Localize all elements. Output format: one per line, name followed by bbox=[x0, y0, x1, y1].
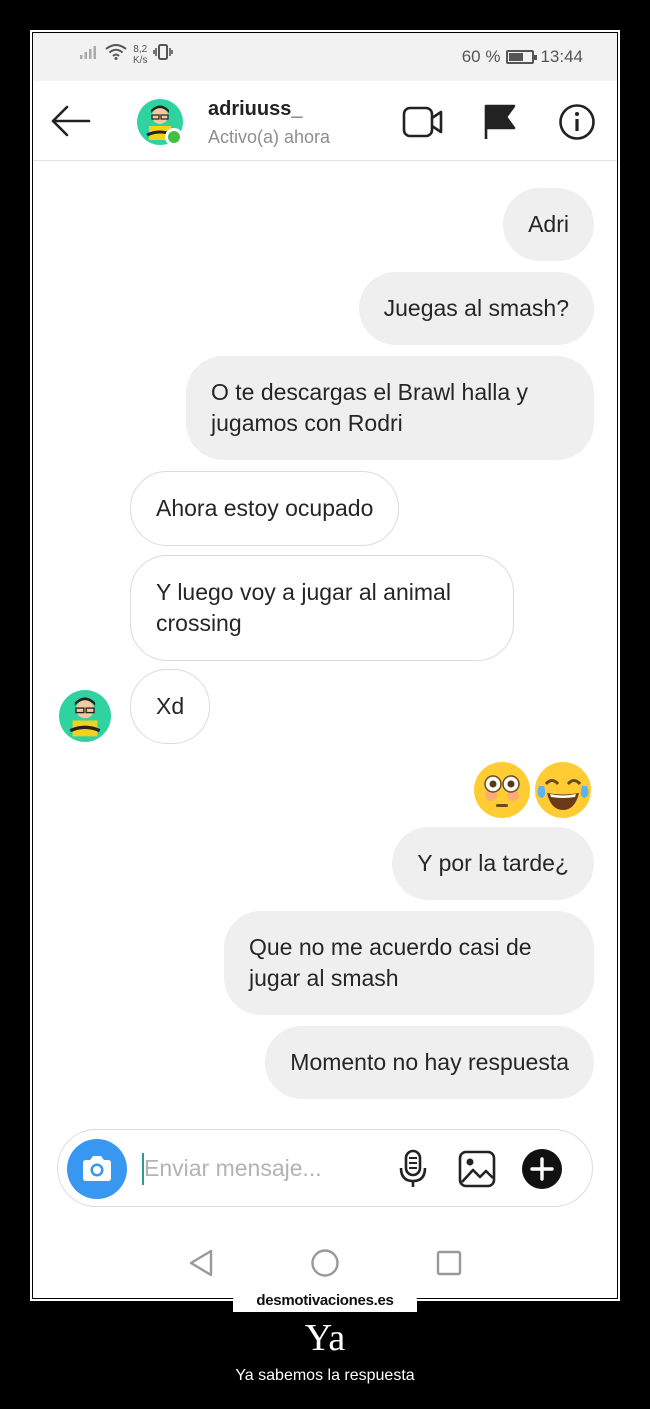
message-bubble-received[interactable]: Xd bbox=[130, 669, 211, 744]
info-icon bbox=[559, 104, 595, 140]
triangle-back-icon bbox=[189, 1249, 213, 1277]
plus-circle-icon bbox=[522, 1149, 562, 1189]
signal-icon bbox=[79, 44, 99, 65]
vibrate-icon bbox=[153, 43, 174, 66]
status-bar: 8,2 K/s 60 % 13:44 bbox=[33, 33, 617, 81]
message-bubble-sent[interactable]: Momento no hay respuesta bbox=[265, 1026, 594, 1099]
watermark-label: desmotivaciones.es bbox=[233, 1290, 417, 1312]
more-options-button[interactable] bbox=[520, 1147, 564, 1191]
message-bubble-sent[interactable]: Juegas al smash? bbox=[358, 272, 594, 345]
voice-message-button[interactable] bbox=[391, 1147, 435, 1191]
sender-avatar[interactable] bbox=[59, 690, 111, 742]
flag-icon bbox=[484, 104, 516, 139]
caption-subtitle: Ya sabemos la respuesta bbox=[235, 1367, 415, 1384]
message-bubble-sent[interactable]: Y por la tarde¿ bbox=[392, 827, 594, 900]
info-button[interactable] bbox=[556, 101, 598, 143]
gallery-icon bbox=[458, 1150, 496, 1188]
network-speed: 8,2 K/s bbox=[133, 44, 147, 66]
avatar-icon bbox=[69, 697, 101, 737]
back-arrow-icon bbox=[51, 105, 91, 137]
message-bubble-sent[interactable]: O te descargas el Brawl halla y jugamos … bbox=[186, 356, 594, 460]
chat-username[interactable]: adriuuss_ bbox=[208, 98, 302, 121]
battery-level bbox=[509, 53, 523, 61]
gallery-button[interactable] bbox=[455, 1147, 499, 1191]
network-speed-unit: K/s bbox=[133, 54, 148, 66]
activity-status: Activo(a) ahora bbox=[208, 127, 331, 147]
battery-percent: 60 % bbox=[461, 47, 501, 66]
online-status-dot bbox=[165, 128, 183, 146]
microphone-icon bbox=[399, 1149, 427, 1187]
message-bubble-received[interactable]: Ahora estoy ocupado bbox=[130, 471, 400, 546]
system-nav-bar bbox=[33, 1228, 617, 1298]
tears-of-joy-emoji-icon[interactable] bbox=[535, 762, 591, 818]
clock: 13:44 bbox=[540, 47, 583, 66]
flushed-face-emoji-icon[interactable] bbox=[474, 762, 530, 818]
report-button[interactable] bbox=[479, 101, 521, 143]
nav-recents-button[interactable] bbox=[431, 1245, 467, 1281]
caption-title: Ya bbox=[304, 1317, 346, 1359]
message-composer bbox=[57, 1129, 593, 1207]
camera-icon bbox=[83, 1156, 111, 1181]
square-recents-icon bbox=[436, 1250, 462, 1276]
circle-home-icon bbox=[311, 1249, 339, 1277]
message-input[interactable] bbox=[144, 1148, 364, 1188]
chat-header: adriuuss_ Activo(a) ahora bbox=[33, 81, 617, 161]
camera-button[interactable] bbox=[67, 1139, 127, 1199]
network-speed-value: 8,2 bbox=[133, 43, 148, 55]
nav-back-button[interactable] bbox=[183, 1245, 219, 1281]
nav-home-button[interactable] bbox=[307, 1245, 343, 1281]
back-button[interactable] bbox=[49, 101, 93, 141]
message-bubble-sent[interactable]: Adri bbox=[503, 188, 594, 261]
video-call-button[interactable] bbox=[402, 101, 444, 143]
message-bubble-received[interactable]: Y luego voy a jugar al animal crossing bbox=[130, 555, 514, 661]
battery-icon bbox=[506, 50, 538, 64]
phone-screen: 8,2 K/s 60 % 13:44 adriuuss_ Activo(a) a… bbox=[33, 33, 617, 1298]
message-bubble-sent[interactable]: Que no me acuerdo casi de jugar al smash bbox=[224, 911, 594, 1015]
wifi-icon bbox=[105, 44, 127, 65]
video-camera-icon bbox=[402, 106, 443, 138]
